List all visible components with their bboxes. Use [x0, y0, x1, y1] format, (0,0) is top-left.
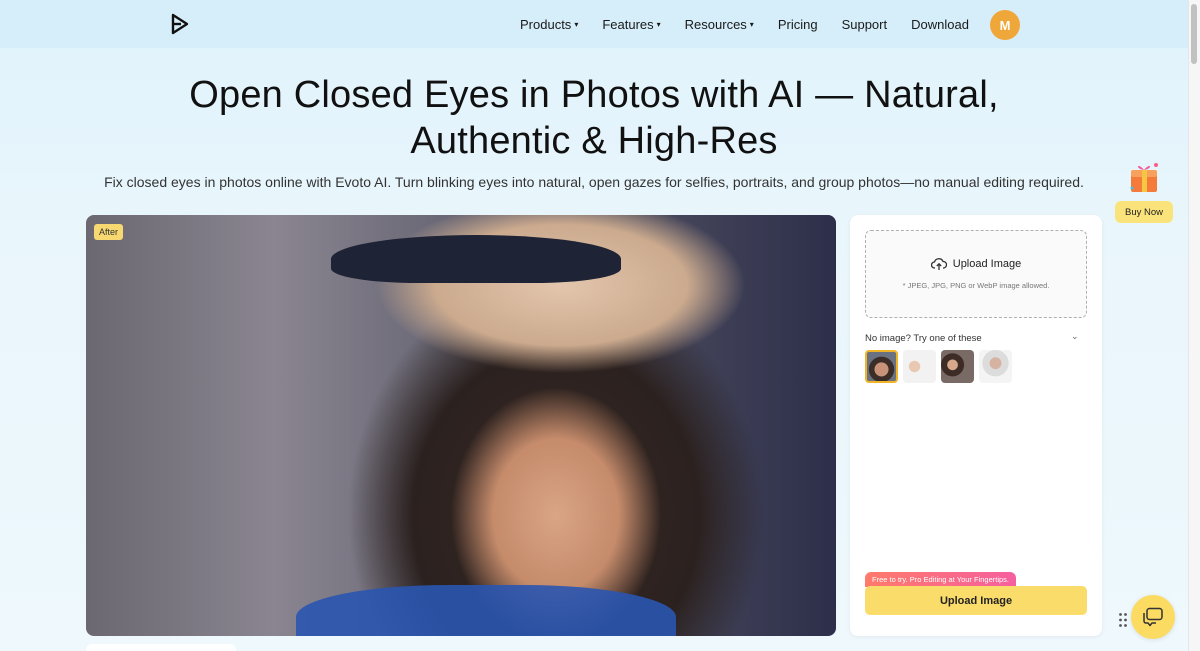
nav-download[interactable]: Download: [911, 17, 969, 32]
sample-thumb-1[interactable]: [865, 350, 898, 383]
sample-thumb-2[interactable]: [903, 350, 936, 383]
chat-bubble-icon: [1143, 607, 1163, 627]
page-scrollbar[interactable]: [1188, 0, 1200, 651]
sample-thumb-3[interactable]: [941, 350, 974, 383]
after-badge: After: [94, 224, 124, 240]
upload-card: Upload Image * JPEG, JPG, PNG or WebP im…: [850, 215, 1102, 636]
hat-band: [331, 235, 621, 283]
nav-support[interactable]: Support: [842, 17, 888, 32]
caret-down-icon: ▾: [749, 19, 754, 29]
user-avatar[interactable]: M: [990, 10, 1020, 40]
shirt-area: [296, 585, 676, 636]
promo-tag: Free to try. Pro Editing at Your Fingert…: [865, 572, 1017, 587]
page-title: Open Closed Eyes in Photos with AI — Nat…: [189, 74, 999, 162]
nav-products[interactable]: Products ▾: [520, 17, 578, 32]
evoto-logo-icon[interactable]: [170, 13, 190, 35]
dropzone-label: Upload Image: [952, 258, 1022, 270]
sample-thumbnails: [865, 350, 1017, 383]
caret-down-icon: ▾: [574, 19, 579, 29]
dropzone-hint: * JPEG, JPG, PNG or WebP image allowed.: [902, 281, 1050, 290]
result-photo: [86, 215, 836, 636]
drag-handle-icon[interactable]: [1118, 612, 1128, 628]
upload-dropzone[interactable]: Upload Image * JPEG, JPG, PNG or WebP im…: [865, 230, 1087, 318]
caret-down-icon: ▾: [656, 19, 661, 29]
sample-thumb-4[interactable]: [979, 350, 1012, 383]
page-subtitle: Fix closed eyes in photos online with Ev…: [104, 174, 1084, 190]
main-nav: Products ▾ Features ▾ Resources ▾ Pricing S…: [520, 0, 993, 48]
gift-icon[interactable]: [1126, 160, 1162, 196]
cloud-upload-icon: [930, 258, 947, 270]
nav-pricing[interactable]: Pricing: [778, 17, 818, 32]
samples-label: No image? Try one of these: [865, 333, 982, 344]
site-header: Products ▾ Features ▾ Resources ▾ Pricing S…: [0, 0, 1188, 48]
upload-image-button[interactable]: Upload Image: [865, 586, 1087, 615]
chevron-down-icon[interactable]: ⌄: [1071, 331, 1079, 342]
next-section-card: [86, 644, 236, 651]
nav-resources[interactable]: Resources ▾: [685, 17, 754, 32]
buy-now-button[interactable]: Buy Now: [1115, 201, 1173, 223]
chat-support-button[interactable]: [1131, 595, 1175, 639]
scrollbar-thumb[interactable]: [1191, 4, 1197, 64]
nav-features[interactable]: Features ▾: [602, 17, 660, 32]
